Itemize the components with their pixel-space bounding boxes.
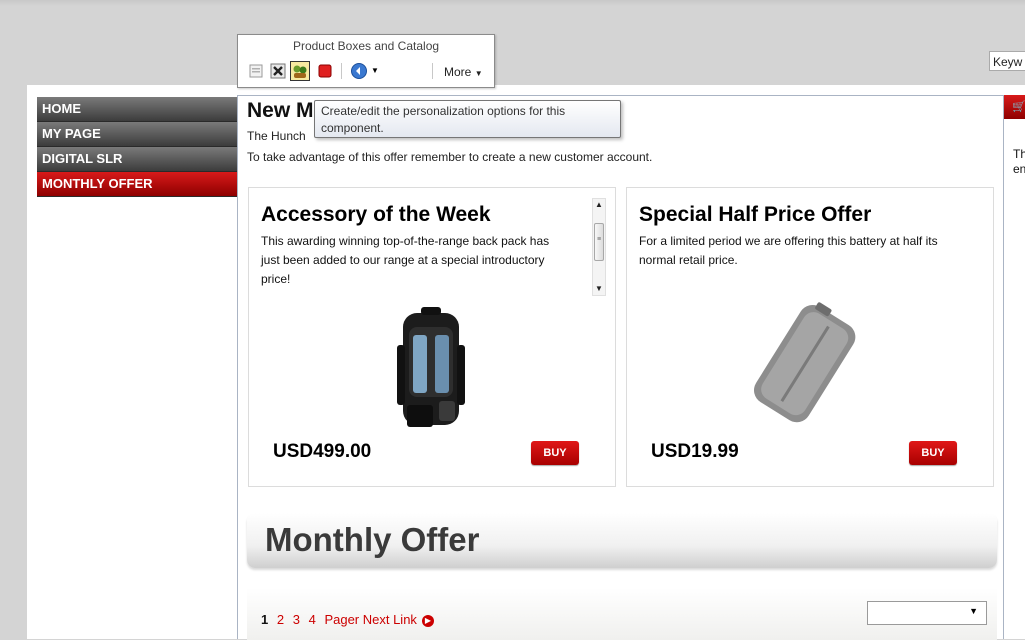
grip-icon: ≡ <box>597 236 602 243</box>
scroll-down-icon[interactable]: ▼ <box>593 283 605 295</box>
page-headline: New M <box>247 99 314 122</box>
sort-select[interactable]: ▼ <box>867 601 987 625</box>
nav-item-digital-slr[interactable]: DIGITAL SLR <box>37 147 242 172</box>
history-dropdown-icon[interactable]: ▼ <box>371 66 379 75</box>
backpack-image <box>397 307 465 427</box>
nav-item-home[interactable]: HOME <box>37 97 242 122</box>
product-box-battery: Special Half Price Offer For a limited p… <box>626 187 994 487</box>
battery-image <box>754 302 856 423</box>
chevron-down-icon: ▼ <box>474 69 483 78</box>
product-price: USD499.00 <box>273 441 372 462</box>
main-content: New M The Hunch To take advantage of thi… <box>237 95 1004 640</box>
more-menu-button[interactable]: More ▼ <box>444 65 483 79</box>
pager-next-link[interactable]: Pager Next Link <box>324 612 417 627</box>
component-toolbar: Product Boxes and Catalog ▼ More ▼ <box>237 34 495 88</box>
properties-icon[interactable] <box>248 62 266 80</box>
pager: 1 2 3 4 Pager Next Link ▶ <box>261 612 439 627</box>
account-note: To take advantage of this offer remember… <box>247 150 653 164</box>
nav-item-my-page[interactable]: MY PAGE <box>37 122 242 147</box>
next-arrow-icon[interactable]: ▶ <box>421 614 434 627</box>
right-column-text: Th en <box>1013 147 1025 176</box>
personalize-icon[interactable] <box>290 61 310 81</box>
intro-text: The Hunch <box>247 129 306 143</box>
toolbar-separator <box>432 63 433 79</box>
scroll-up-icon[interactable]: ▲ <box>593 199 605 211</box>
history-icon[interactable] <box>350 62 368 80</box>
product-description: This awarding winning top-of-the-range b… <box>261 234 550 286</box>
buy-button[interactable]: BUY <box>531 441 579 465</box>
toolbar-separator <box>341 63 342 79</box>
scroll-thumb[interactable]: ≡ <box>594 223 604 261</box>
description-scrollbar[interactable]: ▲ ≡ ▼ <box>592 198 606 296</box>
delete-icon[interactable] <box>269 62 287 80</box>
chevron-down-icon: ▼ <box>969 606 978 616</box>
product-title: Accessory of the Week <box>261 203 491 226</box>
pager-bar: 1 2 3 4 Pager Next Link ▶ ▼ <box>247 588 997 640</box>
pager-page-3[interactable]: 3 <box>293 612 300 627</box>
pager-page-1[interactable]: 1 <box>261 612 268 627</box>
buy-button[interactable]: BUY <box>909 441 957 465</box>
pager-page-2[interactable]: 2 <box>277 612 284 627</box>
stop-icon[interactable] <box>316 62 334 80</box>
right-column-header: 🛒 <box>1004 95 1025 119</box>
cart-icon: 🛒 <box>1012 101 1025 113</box>
product-description: For a limited period we are offering thi… <box>639 234 938 267</box>
left-navigation: HOME MY PAGE DIGITAL SLR MONTHLY OFFER <box>37 97 242 197</box>
top-shadow <box>0 0 1025 6</box>
personalization-tooltip: Create/edit the personalization options … <box>314 100 621 138</box>
keyword-search-input[interactable]: Keyw <box>989 51 1025 71</box>
more-label: More <box>444 65 472 79</box>
pager-page-4[interactable]: 4 <box>309 612 316 627</box>
banner-title: Monthly Offer <box>265 521 480 558</box>
product-price: USD19.99 <box>651 441 739 462</box>
product-box-accessory: Accessory of the Week This awarding winn… <box>248 187 616 487</box>
monthly-offer-banner: Monthly Offer <box>247 513 997 568</box>
toolbar-title: Product Boxes and Catalog <box>292 39 440 53</box>
product-title: Special Half Price Offer <box>639 203 872 226</box>
nav-item-monthly-offer[interactable]: MONTHLY OFFER <box>37 172 242 197</box>
